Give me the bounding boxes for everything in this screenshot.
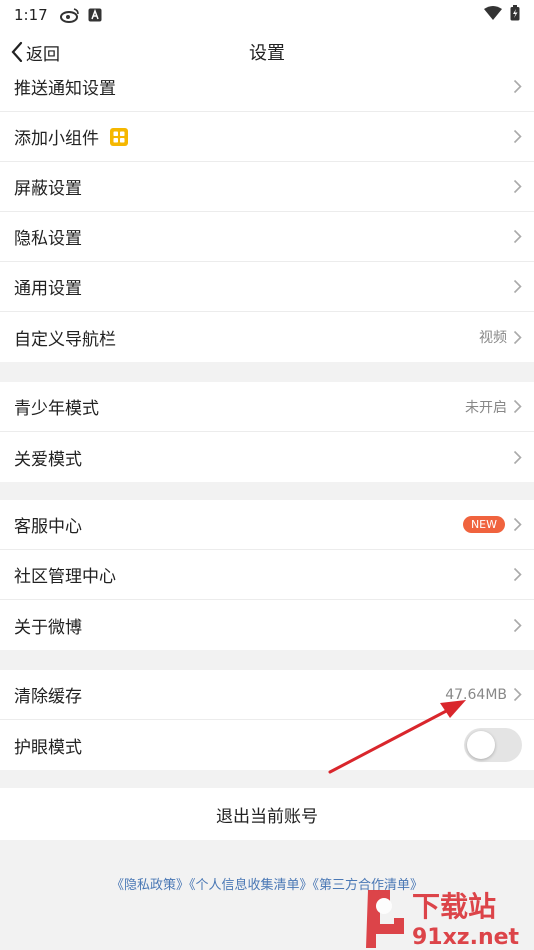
row-label: 通用设置 (14, 279, 82, 299)
wifi-icon (484, 6, 502, 24)
about-weibo[interactable]: 关于微博 (0, 600, 534, 650)
chevron-left-icon (11, 41, 23, 63)
chevron-right-icon (513, 618, 522, 633)
block-settings[interactable]: 屏蔽设置 (0, 162, 534, 212)
chevron-right-icon (513, 517, 522, 532)
status-time: 1:17 (14, 6, 48, 24)
battery-icon (510, 5, 520, 25)
logout-button[interactable]: 退出当前账号 (0, 788, 534, 840)
teen-mode[interactable]: 青少年模式 未开启 (0, 382, 534, 432)
chevron-right-icon (513, 399, 522, 414)
care-mode[interactable]: 关爱模式 (0, 432, 534, 482)
chevron-right-icon (513, 129, 522, 144)
privacy-settings[interactable]: 隐私设置 (0, 212, 534, 262)
community-management-center[interactable]: 社区管理中心 (0, 550, 534, 600)
customer-service-center[interactable]: 客服中心 NEW (0, 500, 534, 550)
back-label: 返回 (26, 44, 60, 65)
row-label: 屏蔽设置 (14, 179, 82, 199)
eye-protection-toggle[interactable] (464, 728, 522, 762)
watermark-text-top: 下载站 (412, 890, 496, 923)
settings-group-2: 青少年模式 未开启 关爱模式 (0, 382, 534, 482)
custom-navigation-bar[interactable]: 自定义导航栏 视频 (0, 312, 534, 362)
row-value: 未开启 (465, 399, 507, 416)
weibo-notification-icon (59, 7, 80, 23)
personal-info-list-link[interactable]: 《个人信息收集清单》 (189, 878, 313, 893)
general-settings[interactable]: 通用设置 (0, 262, 534, 312)
watermark-text-bottom: 91xz.net (412, 925, 520, 950)
settings-group-1: 推送通知设置 添加小组件 屏蔽设置 隐私设置 通用设置 自定义导航栏 视频 (0, 62, 534, 362)
status-bar: 1:17 (0, 0, 534, 30)
settings-page: 1:17 返回 设置 推送通知设置 添加小组件 屏蔽设置 隐私设置 通用设置 自… (0, 0, 534, 950)
status-right (484, 5, 520, 25)
row-label: 关于微博 (14, 617, 82, 638)
add-widget[interactable]: 添加小组件 (0, 112, 534, 162)
row-label: 社区管理中心 (14, 567, 116, 587)
settings-group-4: 清除缓存 47.64MB 护眼模式 (0, 670, 534, 770)
row-label: 清除缓存 (14, 687, 82, 707)
row-value: 视频 (479, 330, 507, 346)
chevron-right-icon (513, 687, 522, 702)
clear-cache[interactable]: 清除缓存 47.64MB (0, 670, 534, 720)
row-label: 护眼模式 (14, 737, 82, 758)
toggle-knob (467, 731, 495, 759)
push-notification-settings[interactable]: 推送通知设置 (0, 62, 534, 112)
row-label: 关爱模式 (14, 449, 82, 470)
row-label: 添加小组件 (14, 129, 99, 149)
cache-size: 47.64MB (445, 686, 507, 703)
widget-grid-icon (109, 127, 129, 147)
row-label: 客服中心 (14, 517, 82, 537)
privacy-policy-link[interactable]: 《隐私政策》 (111, 878, 189, 893)
row-label: 青少年模式 (14, 399, 99, 419)
row-label: 隐私设置 (14, 229, 82, 249)
settings-group-3: 客服中心 NEW 社区管理中心 关于微博 (0, 500, 534, 650)
chevron-right-icon (513, 179, 522, 194)
download-site-watermark-logo: 下载站 91xz.net (366, 890, 520, 950)
chevron-right-icon (513, 330, 522, 345)
chevron-right-icon (513, 279, 522, 294)
chevron-right-icon (513, 229, 522, 244)
eye-protection-mode: 护眼模式 (0, 720, 534, 770)
chevron-right-icon (513, 450, 522, 465)
chevron-right-icon (513, 567, 522, 582)
chevron-right-icon (513, 79, 522, 94)
app-notification-icon (88, 8, 102, 22)
row-label: 推送通知设置 (14, 79, 116, 99)
new-badge: NEW (462, 516, 505, 533)
row-label: 自定义导航栏 (14, 329, 116, 350)
